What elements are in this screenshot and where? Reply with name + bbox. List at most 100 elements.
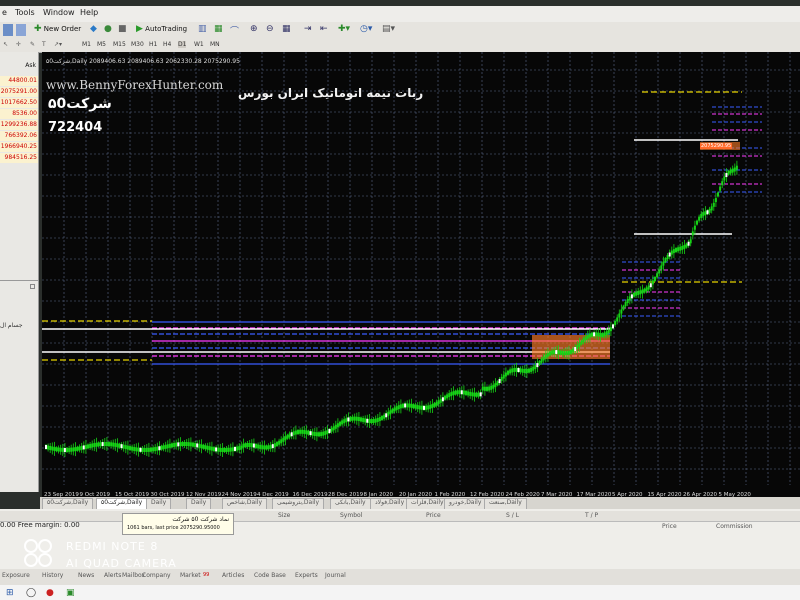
cursor-icon[interactable]: ↖	[3, 41, 8, 48]
market-watch-row[interactable]: 8536.00	[0, 109, 38, 119]
timeframe-h1[interactable]: H1	[149, 41, 157, 48]
start-icon[interactable]: ⊞	[6, 588, 14, 598]
candle-body	[389, 410, 392, 415]
tab-exposure[interactable]: Exposure	[2, 572, 30, 579]
candle-body	[691, 231, 694, 236]
timeframe-m15[interactable]: M15	[113, 41, 126, 48]
candle-body	[252, 443, 255, 448]
search-icon[interactable]: ◯	[26, 588, 36, 598]
market-watch-row[interactable]: 1966940.25	[0, 142, 38, 152]
tab-articles[interactable]: Articles	[222, 572, 244, 579]
close-icon[interactable]	[30, 284, 35, 289]
navigator-icon[interactable]: ●	[104, 24, 114, 36]
candle-body	[481, 386, 484, 391]
candle-body	[114, 442, 117, 447]
timeframe-d1[interactable]: D1	[178, 41, 187, 48]
tab-market[interactable]: Market	[180, 572, 201, 579]
new-order-button[interactable]: ✚ New Order	[34, 24, 84, 36]
market-watch-row[interactable]: 766392.06	[0, 131, 38, 141]
timeframe-w1[interactable]: W1	[194, 41, 204, 48]
candle-body	[670, 250, 673, 255]
autoscroll-icon[interactable]: ⇤	[320, 24, 330, 36]
candle-body	[219, 447, 222, 452]
tile-windows-icon[interactable]: ▦	[282, 24, 292, 36]
margin-summary: 0.00 Free margin: 0.00	[0, 521, 80, 529]
candle-body	[387, 411, 390, 416]
zoom-out-icon[interactable]: ⊖	[266, 24, 276, 36]
bar-chart-icon[interactable]: ▥	[198, 24, 208, 36]
col-price-2: Price	[662, 523, 677, 530]
text-tool-icon[interactable]: T	[42, 41, 46, 48]
candle-body	[588, 333, 591, 338]
candle-body	[544, 354, 547, 359]
candle-body	[303, 429, 306, 434]
candle-body	[206, 445, 209, 450]
explorer-icon[interactable]: ▣	[66, 588, 75, 598]
menu-item-help[interactable]: Help	[80, 8, 98, 17]
candle-body	[49, 445, 52, 450]
terminal-icon[interactable]: ■	[118, 24, 128, 36]
candle-body	[179, 442, 182, 447]
timeframe-mn[interactable]: MN	[210, 41, 220, 48]
candle-body	[286, 434, 289, 439]
candle-body	[93, 443, 96, 448]
candle-body	[418, 405, 421, 410]
candle-body	[733, 167, 736, 172]
arrows-tool-icon[interactable]: ↗▾	[54, 41, 62, 48]
tab-code-base[interactable]: Code Base	[254, 572, 286, 579]
tab-journal[interactable]: Journal	[325, 572, 346, 579]
chart-icon[interactable]	[3, 24, 13, 36]
candle-body	[326, 430, 329, 435]
candle-body	[351, 416, 354, 421]
candle-body	[712, 202, 715, 207]
timeframe-h4[interactable]: H4	[163, 41, 171, 48]
candle-body	[645, 287, 648, 292]
candle-body	[355, 416, 358, 421]
candle-body	[55, 447, 58, 452]
timeframe-m30[interactable]: M30	[131, 41, 144, 48]
draw-line-icon[interactable]: ✎	[30, 41, 35, 48]
indicators-icon[interactable]: ✚▾	[338, 24, 352, 36]
candle-body	[551, 350, 554, 355]
zoom-icon[interactable]	[16, 24, 26, 36]
zoom-in-icon[interactable]: ⊕	[250, 24, 260, 36]
menu-item-window[interactable]: Window	[43, 8, 75, 17]
autotrading-button[interactable]: ▶ AutoTrading	[136, 24, 191, 36]
menu-item-tools[interactable]: Tools	[15, 8, 35, 17]
tab-history[interactable]: History	[42, 572, 63, 579]
market-watch-row[interactable]: 984516.25	[0, 153, 38, 163]
candle-body	[208, 446, 211, 451]
timeframe-m1[interactable]: M1	[82, 41, 91, 48]
candle-body	[364, 418, 367, 423]
market-watch-row[interactable]: 44800.01	[0, 76, 38, 86]
candle-body	[586, 334, 589, 339]
candlestick-icon[interactable]: ▦	[214, 24, 224, 36]
candle-body	[192, 442, 194, 447]
candle-body	[328, 429, 331, 434]
market-watch-row[interactable]: 2075291.00	[0, 87, 38, 97]
metaeditor-icon[interactable]: ◆	[90, 24, 100, 36]
tab-alerts[interactable]: Alerts	[104, 572, 121, 579]
menu-item[interactable]: e	[2, 8, 7, 17]
tab-experts[interactable]: Experts	[295, 572, 318, 579]
crosshair-icon[interactable]: ✛	[16, 41, 21, 48]
candle-body	[477, 392, 480, 397]
shift-chart-icon[interactable]: ⇥	[304, 24, 314, 36]
line-chart-icon[interactable]: ⌒	[230, 24, 240, 37]
value-label: 722404	[48, 120, 103, 135]
tab-news[interactable]: News	[78, 572, 94, 579]
candle-body	[580, 340, 583, 345]
candle-body	[336, 423, 339, 428]
market-watch-row[interactable]: 1299236.88	[0, 120, 38, 130]
candle-body	[446, 394, 449, 399]
timeframe-m5[interactable]: M5	[97, 41, 106, 48]
browser-icon[interactable]: ●	[46, 588, 54, 598]
market-watch-row[interactable]: 1017662.50	[0, 98, 38, 108]
price-chart[interactable]: 23 Sep 2019 9 Oct 2019 15 Oct 2019 30 Oct 2…	[42, 52, 800, 499]
candle-body	[714, 198, 717, 203]
tab-company[interactable]: Company	[142, 572, 171, 579]
candle-body	[368, 419, 371, 424]
candle-body	[150, 447, 152, 452]
templates-icon[interactable]: ▤▾	[382, 24, 396, 36]
periods-icon[interactable]: ◷▾	[360, 24, 374, 36]
